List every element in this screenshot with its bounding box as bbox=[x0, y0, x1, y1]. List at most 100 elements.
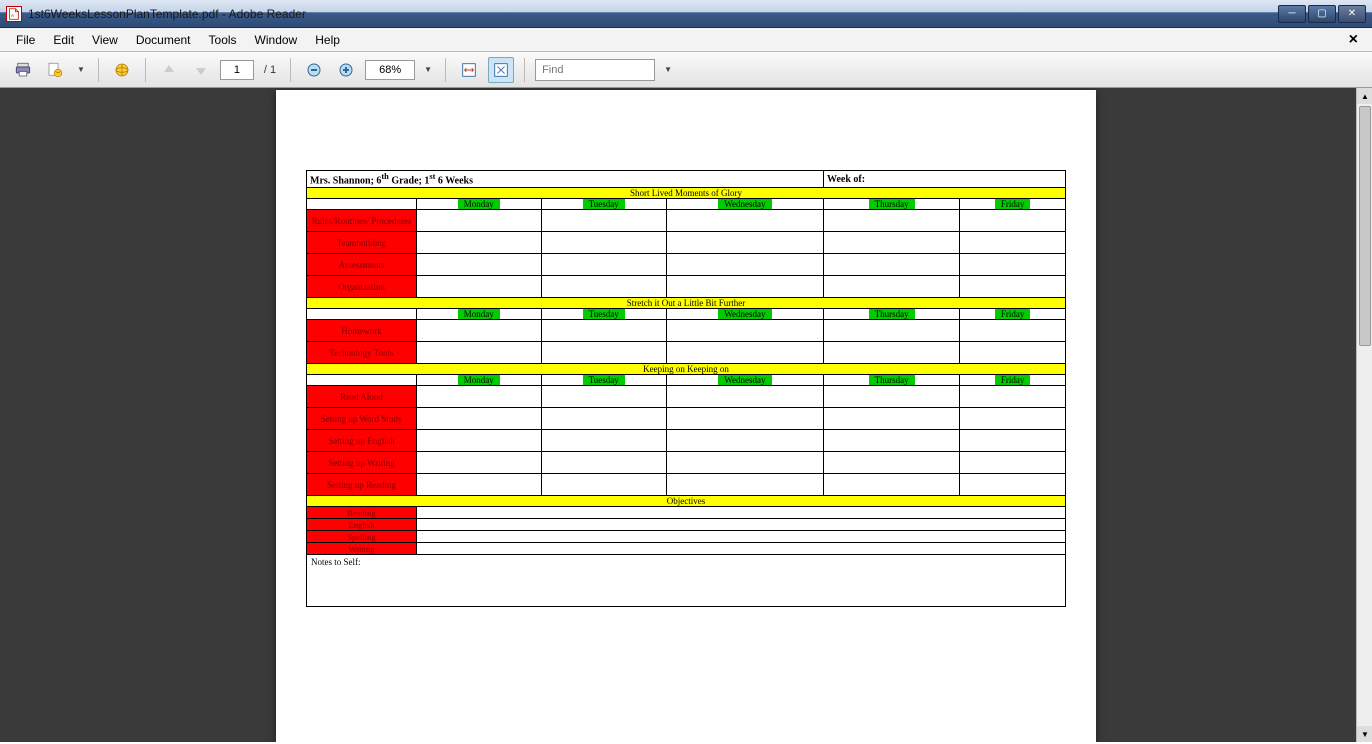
row-label: Teambuilding bbox=[307, 232, 417, 254]
lesson-plan-table: Mrs. Shannon; 6th Grade; 1st 6 Weeks Wee… bbox=[306, 170, 1066, 607]
cell bbox=[960, 276, 1066, 298]
print-button[interactable] bbox=[10, 57, 36, 83]
cell bbox=[541, 430, 666, 452]
zoom-out-button[interactable] bbox=[301, 57, 327, 83]
arrow-up-icon bbox=[161, 62, 177, 78]
menu-tools[interactable]: Tools bbox=[201, 30, 245, 50]
cell bbox=[824, 408, 960, 430]
fit-page-icon bbox=[492, 61, 510, 79]
globe-icon bbox=[113, 61, 131, 79]
blank-corner bbox=[307, 375, 417, 386]
cell bbox=[417, 254, 542, 276]
cell bbox=[824, 452, 960, 474]
svg-text:A: A bbox=[11, 13, 14, 18]
menu-edit[interactable]: Edit bbox=[45, 30, 82, 50]
close-document-button[interactable]: × bbox=[1343, 31, 1364, 49]
minimize-button[interactable]: ─ bbox=[1278, 5, 1306, 23]
zoom-in-button[interactable] bbox=[333, 57, 359, 83]
menu-document[interactable]: Document bbox=[128, 30, 199, 50]
cell bbox=[824, 320, 960, 342]
zoom-dropdown[interactable]: ▼ bbox=[421, 65, 435, 74]
maximize-button[interactable]: ▢ bbox=[1308, 5, 1336, 23]
cell bbox=[666, 430, 823, 452]
cell bbox=[541, 232, 666, 254]
find-input[interactable] bbox=[542, 64, 622, 76]
zoom-input[interactable] bbox=[365, 60, 415, 80]
vertical-scrollbar[interactable]: ▲ ▼ bbox=[1356, 88, 1372, 742]
fit-page-button[interactable] bbox=[488, 57, 514, 83]
separator bbox=[145, 58, 146, 82]
menu-file[interactable]: File bbox=[8, 30, 43, 50]
cell bbox=[666, 320, 823, 342]
scroll-down-button[interactable]: ▼ bbox=[1357, 726, 1372, 742]
page-number-input[interactable] bbox=[220, 60, 254, 80]
fit-width-button[interactable] bbox=[456, 57, 482, 83]
cell bbox=[541, 276, 666, 298]
row-label: Homework bbox=[307, 320, 417, 342]
cell bbox=[417, 386, 542, 408]
scroll-up-button[interactable]: ▲ bbox=[1357, 88, 1372, 104]
cell bbox=[666, 210, 823, 232]
cell bbox=[541, 210, 666, 232]
menu-view[interactable]: View bbox=[84, 30, 126, 50]
day-label: Wednesday bbox=[718, 199, 771, 209]
cell bbox=[666, 232, 823, 254]
day-label: Tuesday bbox=[583, 199, 625, 209]
separator bbox=[98, 58, 99, 82]
plus-icon bbox=[338, 62, 354, 78]
cell bbox=[666, 342, 823, 364]
row-label: Writing bbox=[307, 543, 417, 555]
prev-page-button[interactable] bbox=[156, 57, 182, 83]
row-label: Rules/Routines/ Procedures bbox=[307, 210, 417, 232]
day-label: Tuesday bbox=[583, 375, 625, 385]
scroll-thumb[interactable] bbox=[1359, 106, 1371, 346]
cell bbox=[417, 342, 542, 364]
cell bbox=[960, 452, 1066, 474]
cell bbox=[666, 254, 823, 276]
menubar: File Edit View Document Tools Window Hel… bbox=[0, 28, 1372, 52]
email-button[interactable] bbox=[42, 57, 68, 83]
cell bbox=[960, 430, 1066, 452]
day-label: Monday bbox=[458, 309, 500, 319]
cell bbox=[541, 320, 666, 342]
cell bbox=[824, 210, 960, 232]
section4-title: Objectives bbox=[307, 496, 1066, 507]
cell bbox=[417, 430, 542, 452]
menu-window[interactable]: Window bbox=[247, 30, 306, 50]
day-label: Thursday bbox=[869, 375, 915, 385]
find-box[interactable] bbox=[535, 59, 655, 81]
cell bbox=[541, 386, 666, 408]
separator bbox=[524, 58, 525, 82]
collaborate-button[interactable] bbox=[109, 57, 135, 83]
day-label: Wednesday bbox=[718, 375, 771, 385]
window-title: 1st6WeeksLessonPlanTemplate.pdf - Adobe … bbox=[28, 7, 1278, 21]
row-label: Technology Tools bbox=[307, 342, 417, 364]
fit-width-icon bbox=[460, 61, 478, 79]
row-label: Setting up Writing bbox=[307, 452, 417, 474]
cell bbox=[666, 386, 823, 408]
cell bbox=[666, 452, 823, 474]
cell bbox=[541, 452, 666, 474]
cell bbox=[824, 342, 960, 364]
cell bbox=[824, 254, 960, 276]
row-label: Organization bbox=[307, 276, 417, 298]
menu-help[interactable]: Help bbox=[307, 30, 348, 50]
cell bbox=[417, 232, 542, 254]
email-dropdown[interactable]: ▼ bbox=[74, 65, 88, 74]
cell bbox=[960, 408, 1066, 430]
row-label: Setting up Reading bbox=[307, 474, 417, 496]
header-right: Week of: bbox=[824, 171, 1066, 188]
close-button[interactable]: ✕ bbox=[1338, 5, 1366, 23]
cell bbox=[960, 386, 1066, 408]
page-total-label: / 1 bbox=[260, 64, 280, 76]
section1-title: Short Lived Moments of Glory bbox=[307, 188, 1066, 199]
cell bbox=[666, 276, 823, 298]
next-page-button[interactable] bbox=[188, 57, 214, 83]
day-label: Thursday bbox=[869, 309, 915, 319]
objective-cell bbox=[417, 519, 1066, 531]
find-dropdown[interactable]: ▼ bbox=[661, 65, 675, 74]
cell bbox=[960, 342, 1066, 364]
row-label: Assessments bbox=[307, 254, 417, 276]
cell bbox=[541, 474, 666, 496]
cell bbox=[666, 474, 823, 496]
